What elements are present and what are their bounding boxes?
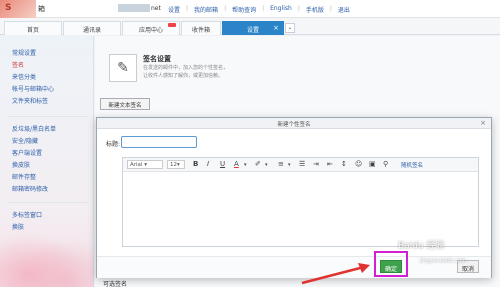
- underline-icon[interactable]: U: [220, 160, 225, 168]
- tab-home[interactable]: 首页: [4, 21, 62, 35]
- bold-icon[interactable]: B: [193, 160, 198, 168]
- top-links: 设置 | 我的邮箱 | 帮助查询 | English | 手机版 | 退出: [168, 5, 350, 14]
- tab-contacts[interactable]: 通讯录: [63, 21, 121, 35]
- tab-bar: 首页 通讯录 应用中心 收件箱 设置 × ⌄: [0, 18, 500, 35]
- tab-settings[interactable]: 设置 ×: [222, 21, 284, 35]
- sidebar-item-folders[interactable]: 文件夹和标签: [12, 96, 48, 105]
- top-bar: S 箱 net 设置 | 我的邮箱 | 帮助查询 | English | 手机版…: [0, 0, 500, 18]
- chevron-down-icon[interactable]: ▾: [265, 162, 268, 168]
- chevron-down-icon[interactable]: ▾: [244, 162, 247, 168]
- italic-icon[interactable]: I: [207, 160, 209, 168]
- chevron-down-icon: ▾: [144, 162, 147, 168]
- random-signature-link[interactable]: 随机签名: [401, 161, 423, 169]
- close-icon[interactable]: ×: [273, 24, 279, 32]
- new-badge: [168, 23, 176, 27]
- annotation-arrow-icon: [301, 263, 370, 285]
- close-icon[interactable]: ×: [480, 119, 486, 127]
- account-suffix: net: [151, 5, 161, 12]
- available-signatures-label: 可选签名: [103, 281, 128, 287]
- signature-card: ✎ 签名设置 在发送的邮件中，加入您的个性签名， 让收件人感知了解你，或更加信赖…: [103, 48, 483, 92]
- sidebar-item-antispam[interactable]: 反垃圾/黑白名单: [12, 124, 56, 133]
- sidebar-item-storage[interactable]: 邮件存整: [12, 172, 36, 181]
- image-icon[interactable]: ▣: [369, 160, 376, 168]
- mail-logo[interactable]: S: [0, 0, 36, 18]
- sidebar-item-signature[interactable]: 签名: [12, 60, 24, 69]
- chevron-down-icon[interactable]: ▾: [288, 162, 291, 168]
- tab-inbox[interactable]: 收件箱: [181, 21, 221, 35]
- link-settings[interactable]: 设置: [168, 5, 180, 14]
- sidebar-item-client[interactable]: 客户端设置: [12, 148, 42, 157]
- editor-toolbar: Arial ▾ 12▾ B I U A ▾ ✐ ▾ ≡ ▾ ☰ ⇥ ⇤ ↕ ☺ …: [123, 158, 478, 172]
- tab-app-center[interactable]: 应用中心: [122, 21, 180, 35]
- line-height-icon[interactable]: ↕: [341, 160, 347, 168]
- align-icon[interactable]: ≡: [278, 160, 284, 168]
- sidebar-item-accounts[interactable]: 帐号与邮箱中心: [12, 84, 54, 93]
- signature-editor[interactable]: Arial ▾ 12▾ B I U A ▾ ✐ ▾ ≡ ▾ ☰ ⇥ ⇤ ↕ ☺ …: [122, 157, 479, 247]
- signature-description: 在发送的邮件中，加入您的个性签名， 让收件人感知了解你，或更加信赖。: [143, 65, 229, 79]
- pen-icon: ✎: [109, 54, 137, 82]
- link-help[interactable]: 帮助查询: [232, 5, 256, 14]
- title-input[interactable]: [121, 136, 197, 148]
- chevron-down-icon[interactable]: ⌄: [285, 23, 295, 33]
- dialog-header: 新建个性签名 ×: [97, 118, 491, 129]
- sidebar-item-skin[interactable]: 换皮肤: [12, 160, 30, 169]
- sidebar-item-security[interactable]: 安全/隐藏: [12, 136, 38, 145]
- chevron-down-icon: ▾: [177, 162, 180, 168]
- brand-text: 箱: [38, 5, 45, 13]
- page-title: 签名设置: [143, 55, 171, 63]
- font-family-select[interactable]: Arial ▾: [127, 160, 163, 169]
- sidebar-item-general[interactable]: 常规设置: [12, 48, 36, 57]
- watermark-url: jingyan.baidu.com: [420, 258, 467, 264]
- watermark-text: Baidu 经验: [398, 241, 445, 251]
- link-icon[interactable]: ⚲: [383, 160, 388, 168]
- new-signature-dialog: 新建个性签名 × 标题: Arial ▾ 12▾ B I U A ▾ ✐ ▾ ≡…: [96, 117, 492, 278]
- blossom-decoration: [0, 227, 94, 287]
- highlight-box: [374, 251, 408, 277]
- link-my-mailbox[interactable]: 我的邮箱: [194, 5, 218, 14]
- sidebar-item-filters[interactable]: 来信分类: [12, 72, 36, 81]
- settings-sidebar: 常规设置 签名 来信分类 帐号与邮箱中心 文件夹和标签 反垃圾/黑白名单 安全/…: [0, 36, 94, 287]
- outdent-icon[interactable]: ⇤: [327, 160, 333, 168]
- indent-icon[interactable]: ⇥: [313, 160, 319, 168]
- divider: [8, 202, 88, 203]
- font-color-icon[interactable]: A: [234, 160, 239, 168]
- highlight-icon[interactable]: ✐: [255, 160, 261, 168]
- font-size-select[interactable]: 12▾: [167, 160, 185, 169]
- list-icon[interactable]: ☰: [299, 160, 305, 168]
- link-logout[interactable]: 退出: [338, 5, 350, 14]
- link-mobile[interactable]: 手机版: [306, 5, 324, 14]
- divider: [8, 116, 88, 117]
- new-signature-button[interactable]: 新建文本签名: [100, 98, 150, 110]
- link-english[interactable]: English: [270, 5, 292, 14]
- emoji-icon[interactable]: ☺: [355, 160, 362, 168]
- sidebar-item-password[interactable]: 邮箱密码修改: [12, 184, 48, 193]
- account-name-redacted: [118, 4, 150, 12]
- title-label: 标题:: [106, 141, 121, 148]
- dialog-title: 新建个性签名: [277, 122, 311, 128]
- sidebar-item-multitab[interactable]: 多标签窗口: [12, 210, 42, 219]
